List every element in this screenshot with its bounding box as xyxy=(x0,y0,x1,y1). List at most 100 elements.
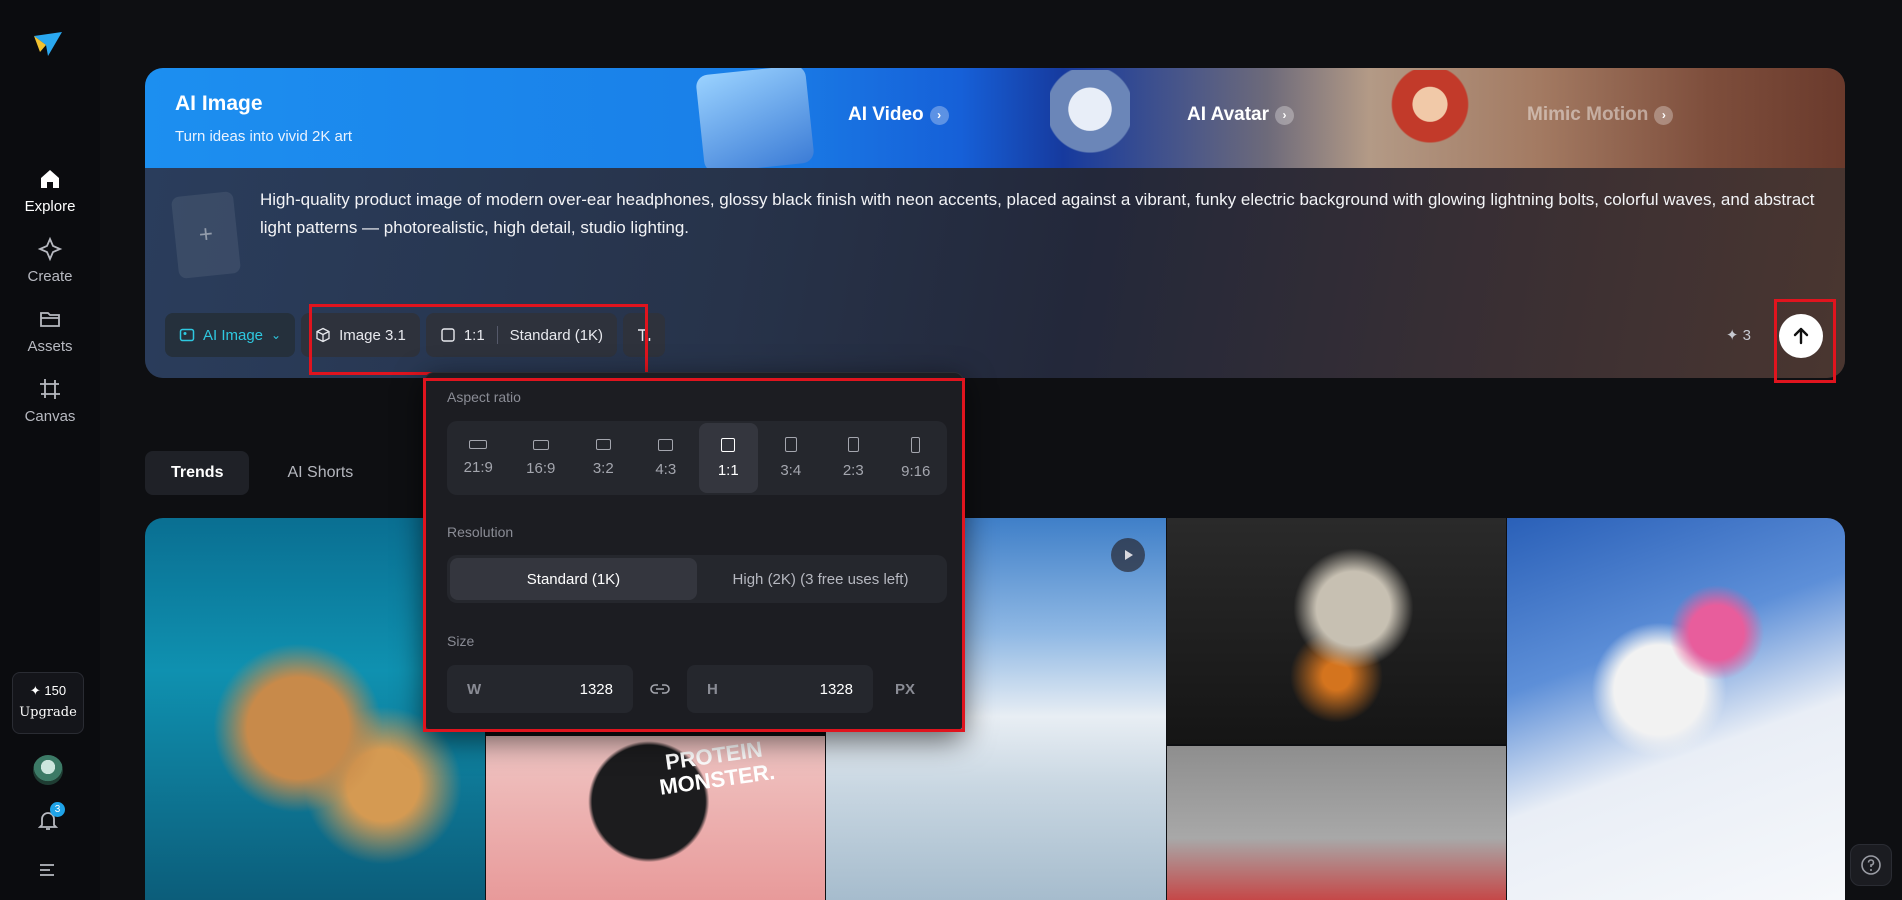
credit-balance: ✦ 150 xyxy=(29,683,67,698)
resolution-option-high[interactable]: High (2K) (3 free uses left) xyxy=(697,558,944,600)
model-label: Image 3.1 xyxy=(339,326,406,344)
prompt-input[interactable]: High-quality product image of modern ove… xyxy=(260,186,1820,242)
ratio-option-label: 3:4 xyxy=(780,462,802,479)
ratio-resolution-selector[interactable]: 1:1 Standard (1K) xyxy=(425,313,618,357)
ratio-option-label: 4:3 xyxy=(655,460,677,478)
resolution-options: Standard (1K) High (2K) (3 free uses lef… xyxy=(447,555,947,603)
tab-ai-shorts[interactable]: AI Shorts xyxy=(261,451,379,495)
app-logo-icon[interactable] xyxy=(30,26,66,62)
size-label: Size xyxy=(447,633,475,649)
upgrade-label: Upgrade xyxy=(19,705,77,720)
ratio-option-16-9[interactable]: 16:9 xyxy=(512,423,571,493)
ratio-option-label: 9:16 xyxy=(901,462,931,480)
sidebar-item-create[interactable]: Create xyxy=(0,236,100,285)
avatar[interactable] xyxy=(33,755,63,785)
mode-label: AI Image xyxy=(203,326,264,344)
arrow-up-icon xyxy=(1793,327,1809,345)
ratio-option-3-2[interactable]: 3:2 xyxy=(574,423,633,493)
avatar-promo-art xyxy=(1050,70,1130,168)
width-value: 1328 xyxy=(579,680,613,698)
upload-image-button[interactable]: + xyxy=(170,190,242,280)
height-value: 1328 xyxy=(819,680,853,698)
ratio-option-3-4[interactable]: 3:4 xyxy=(762,423,821,493)
hero-title: AI Image xyxy=(175,92,263,115)
prompt-area: + High-quality product image of modern o… xyxy=(145,168,1845,378)
image-icon xyxy=(179,328,195,342)
width-field[interactable]: W 1328 xyxy=(447,665,633,713)
cube-icon xyxy=(316,327,330,343)
aspect-ratio-label: Aspect ratio xyxy=(447,389,521,405)
promo-label: AI Video xyxy=(848,104,924,125)
chevron-right-icon: › xyxy=(929,105,949,125)
unit-label: PX xyxy=(895,680,916,698)
text-style-button[interactable] xyxy=(623,313,666,357)
protein-label-text: PROTEIN MONSTER. xyxy=(657,736,777,800)
folder-icon xyxy=(40,312,60,327)
sidebar-item-label: Canvas xyxy=(24,408,76,425)
sidebar-item-explore[interactable]: Explore xyxy=(0,166,100,215)
ratio-option-label: 3:2 xyxy=(592,460,614,477)
mimic-promo-art xyxy=(1385,70,1475,168)
ratio-shape-icon xyxy=(721,437,736,452)
play-button[interactable] xyxy=(1111,538,1145,572)
promo-ai-avatar[interactable]: AI Avatar › xyxy=(1187,104,1295,126)
ratio-shape-icon xyxy=(469,440,488,449)
tab-trends[interactable]: Trends xyxy=(145,451,250,495)
create-panel: AI Image Turn ideas into vivid 2K art AI… xyxy=(145,68,1845,378)
ratio-shape-icon xyxy=(784,437,797,452)
sidebar-item-assets[interactable]: Assets xyxy=(0,306,100,355)
generate-button[interactable] xyxy=(1779,314,1823,358)
sidebar-item-canvas[interactable]: Canvas xyxy=(0,376,100,425)
link-icon[interactable] xyxy=(645,682,675,696)
promo-ai-video[interactable]: AI Video › xyxy=(848,104,949,126)
resolution-label: Resolution xyxy=(447,524,514,540)
ratio-option-21-9[interactable]: 21:9 xyxy=(449,423,508,493)
model-selector[interactable]: Image 3.1 xyxy=(301,313,420,357)
credit-cost: ✦ 3 xyxy=(1725,327,1751,344)
play-icon xyxy=(1125,550,1133,560)
question-icon xyxy=(1861,855,1881,875)
menu-icon[interactable] xyxy=(38,862,58,878)
ratio-shape-icon xyxy=(595,439,611,450)
gallery-card[interactable] xyxy=(1167,746,1506,900)
sparkle-icon xyxy=(37,236,63,262)
gallery-card[interactable] xyxy=(1507,518,1845,900)
chevron-right-icon: › xyxy=(1654,105,1674,125)
ratio-shape-icon xyxy=(658,438,674,451)
square-ratio-icon xyxy=(441,328,455,342)
feed-tabs: Trends AI Shorts xyxy=(145,451,379,495)
height-key: H xyxy=(707,680,718,698)
resolution-option-standard[interactable]: Standard (1K) xyxy=(450,558,697,600)
gallery-card[interactable] xyxy=(1167,518,1506,744)
aspect-ratio-dropdown: Aspect ratio 21:9 16:9 3:2 4:3 1:1 3:4 2… xyxy=(424,372,964,732)
chevron-down-icon: ⌄ xyxy=(271,328,282,342)
ratio-shape-icon xyxy=(911,436,921,453)
promo-mimic-motion[interactable]: Mimic Motion › xyxy=(1527,104,1674,126)
ratio-option-9-16[interactable]: 9:16 xyxy=(887,423,946,493)
upgrade-button[interactable]: ✦ 150 Upgrade xyxy=(12,672,84,734)
crop-icon xyxy=(40,379,60,399)
height-field[interactable]: H 1328 xyxy=(687,665,873,713)
resolution-label: Standard (1K) xyxy=(509,326,604,344)
sidebar-item-label: Explore xyxy=(24,198,76,215)
ratio-option-2-3[interactable]: 2:3 xyxy=(824,423,883,493)
gallery-card[interactable]: PROTEIN MONSTER. xyxy=(486,736,825,900)
ratio-label: 1:1 xyxy=(463,326,485,344)
divider xyxy=(496,326,498,344)
sidebar-item-label: Create xyxy=(27,268,73,285)
width-key: W xyxy=(467,680,482,698)
video-promo-art xyxy=(695,68,815,174)
sidebar: Explore Create Assets Canvas ✦ 150 Upgra… xyxy=(0,0,100,900)
ratio-option-1-1[interactable]: 1:1 xyxy=(699,423,758,493)
size-inputs: W 1328 H 1328 PX xyxy=(447,665,947,713)
aspect-ratio-options: 21:9 16:9 3:2 4:3 1:1 3:4 2:3 9:16 xyxy=(447,421,947,495)
ratio-option-4-3[interactable]: 4:3 xyxy=(637,423,696,493)
hero-banner: AI Image Turn ideas into vivid 2K art AI… xyxy=(145,68,1845,174)
home-icon xyxy=(41,170,59,188)
ratio-shape-icon xyxy=(847,437,859,452)
help-button[interactable] xyxy=(1850,844,1892,886)
ratio-option-label: 2:3 xyxy=(842,462,864,479)
notification-badge: 3 xyxy=(50,802,65,817)
mode-selector[interactable]: AI Image ⌄ xyxy=(165,313,296,357)
ratio-option-label: 21:9 xyxy=(463,459,493,476)
